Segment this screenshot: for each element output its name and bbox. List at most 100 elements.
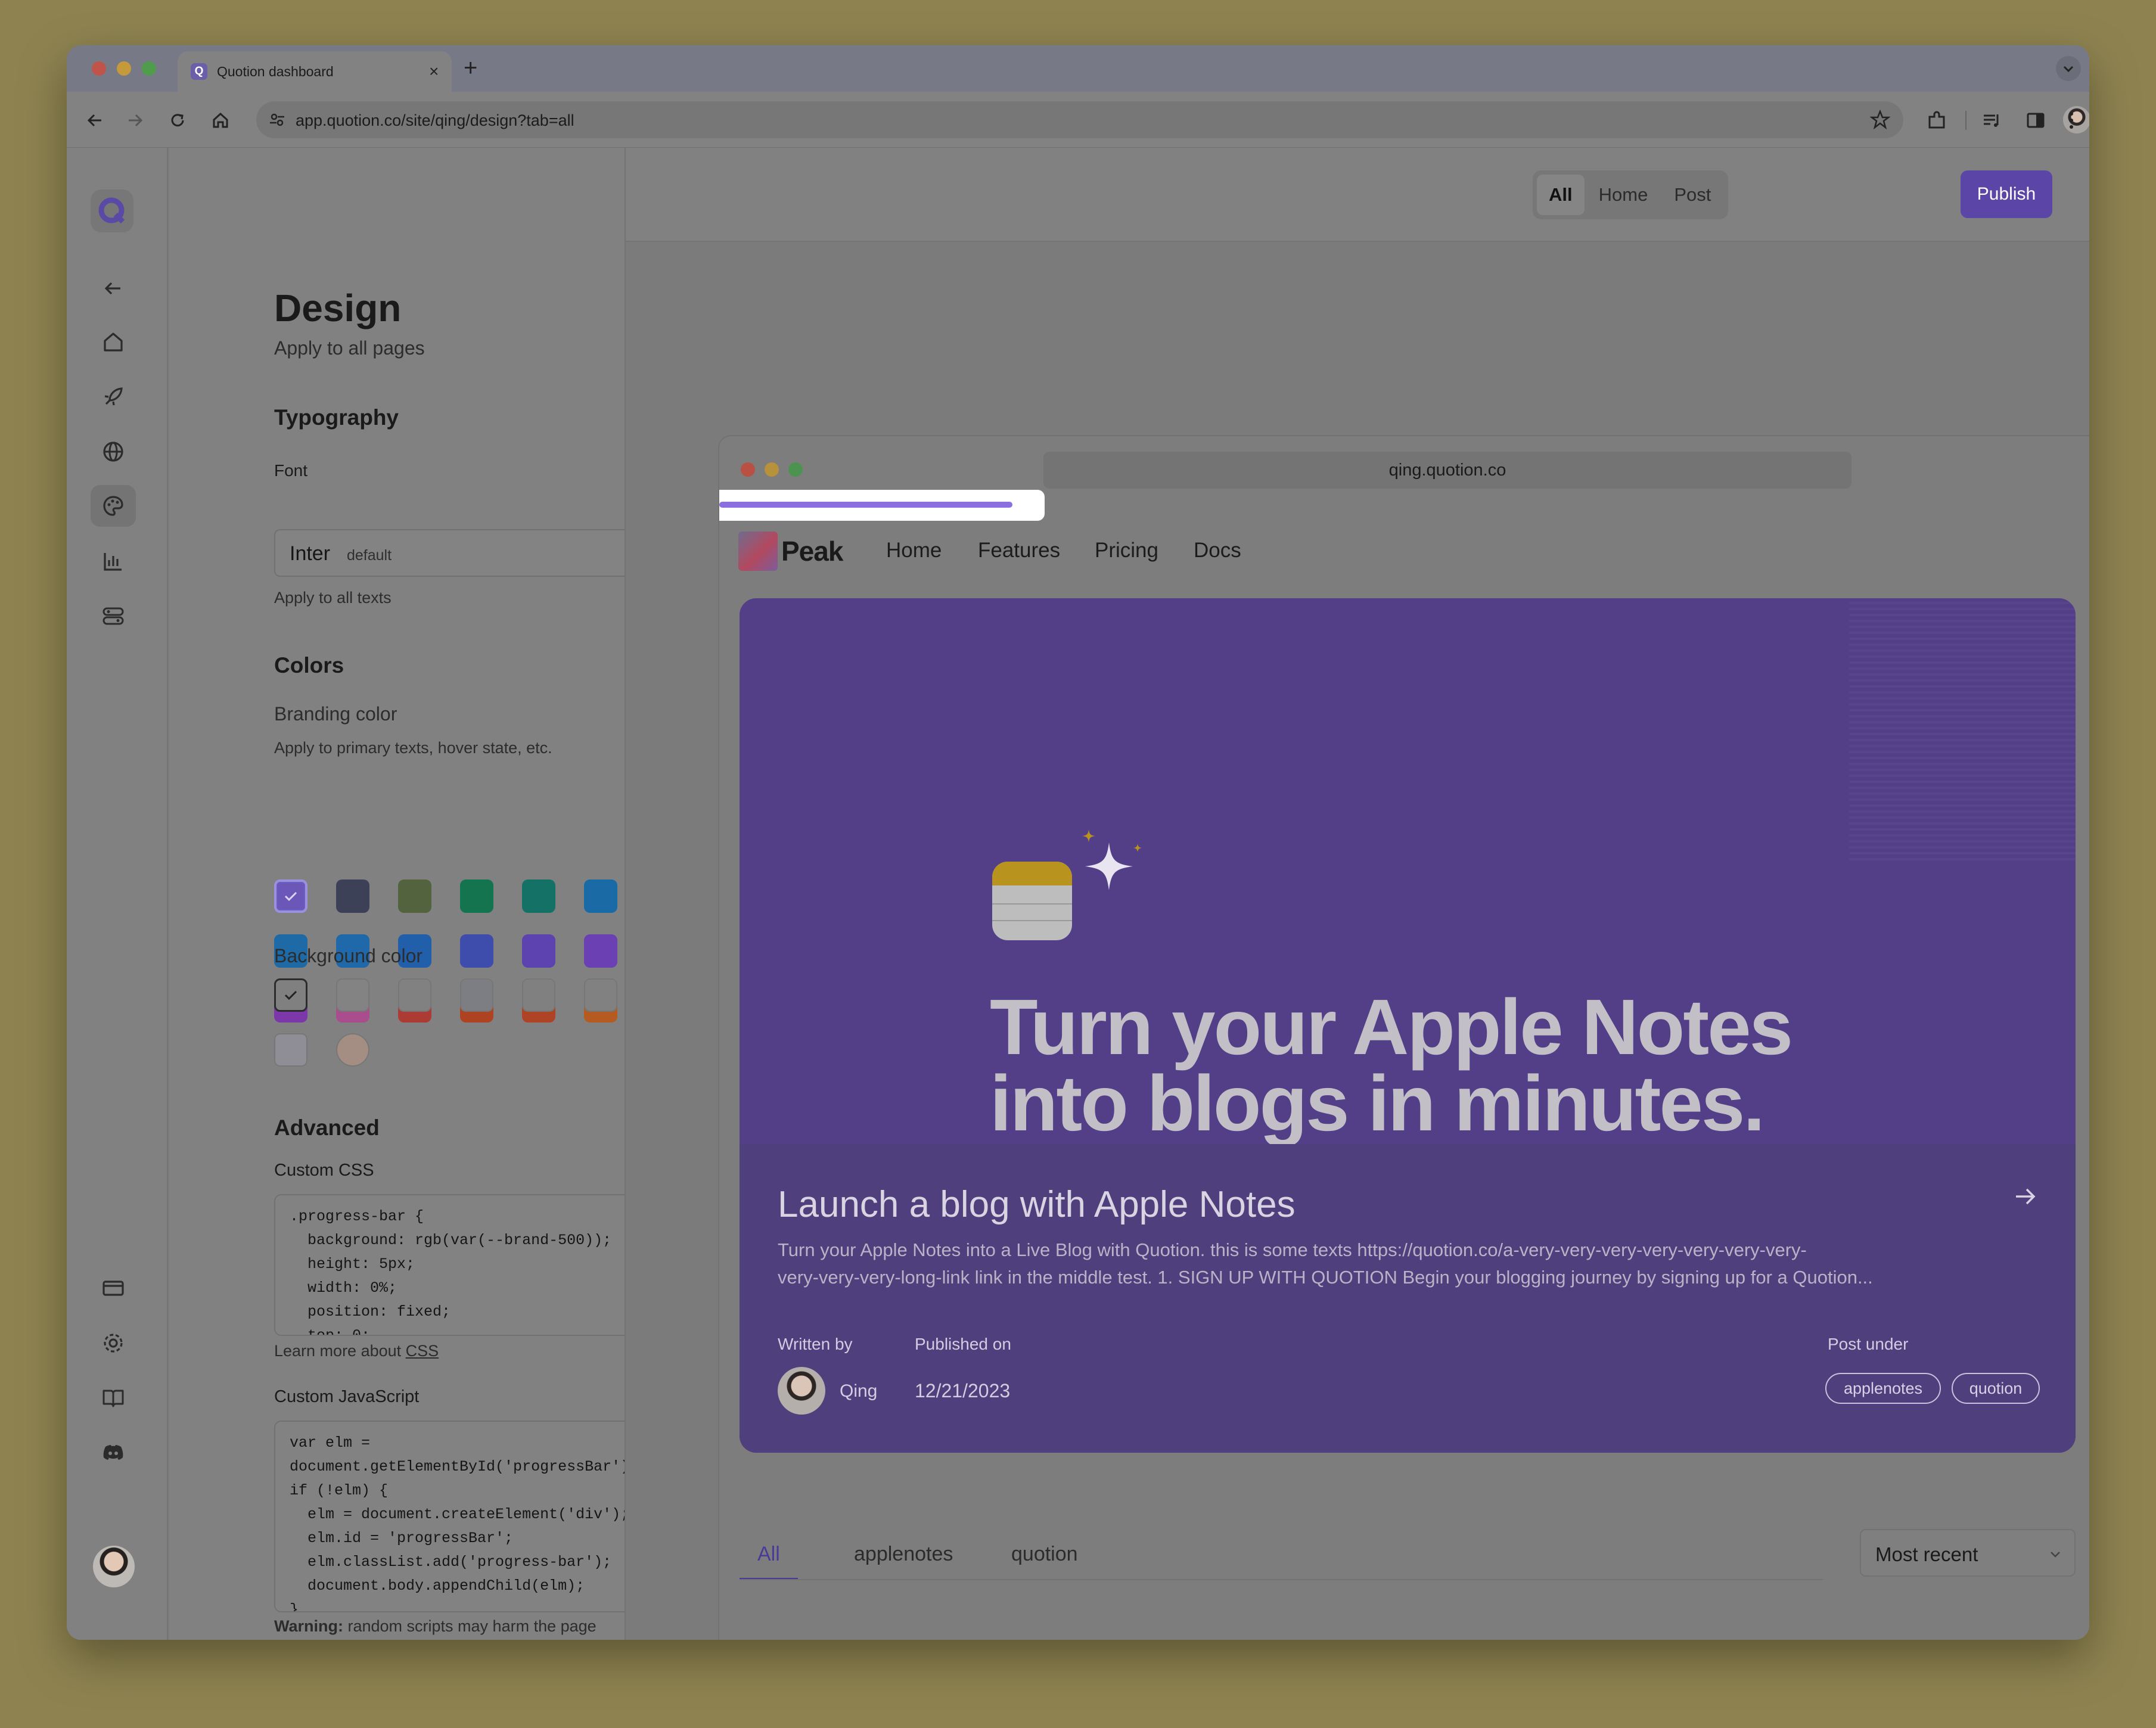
background-swatch[interactable] <box>460 978 493 1012</box>
more-vertical-icon[interactable] <box>2064 108 2079 132</box>
typography-heading: Typography <box>274 405 399 430</box>
filter-divider <box>740 1579 1823 1580</box>
home-button-icon[interactable] <box>209 108 232 132</box>
forward-icon[interactable] <box>123 108 147 132</box>
hero-texture <box>1849 598 2076 860</box>
palette-icon <box>103 496 123 516</box>
discord-icon[interactable] <box>100 1440 126 1466</box>
site-nav-features[interactable]: Features <box>978 539 1060 562</box>
publish-button[interactable]: Publish <box>1961 170 2052 218</box>
css-code: .progress-bar { background: rgb(var(--br… <box>290 1205 625 1336</box>
js-code-line: elm = document.createElement('div'); <box>290 1506 626 1523</box>
js-code-line: document.getElementById('progressBar'); <box>290 1458 626 1475</box>
filter-tab-all[interactable]: All <box>740 1537 798 1580</box>
colors-heading: Colors <box>274 653 344 677</box>
background-color-label: Background color <box>274 945 423 966</box>
globe-icon[interactable] <box>100 439 126 465</box>
tag-chip[interactable]: applenotes <box>1825 1373 1941 1404</box>
quotion-logo[interactable] <box>91 189 133 232</box>
tab-post[interactable]: Post <box>1662 175 1723 215</box>
js-code-line: elm.classList.add('progress-bar'); <box>290 1553 612 1571</box>
toggles-icon[interactable] <box>100 603 126 629</box>
scope-tabs: All Home Post <box>1533 170 1728 219</box>
apple-notes-icon <box>992 862 1072 940</box>
site-settings-icon[interactable] <box>268 111 286 129</box>
tab-all[interactable]: All <box>1537 175 1585 215</box>
address-bar[interactable]: app.quotion.co/site/qing/design?tab=all <box>256 101 1903 138</box>
tab-search-button[interactable] <box>2056 56 2081 81</box>
background-swatch[interactable] <box>274 978 307 1012</box>
tab-home[interactable]: Home <box>1587 175 1660 215</box>
site-nav-docs[interactable]: Docs <box>1194 539 1241 562</box>
background-swatch[interactable] <box>336 978 369 1012</box>
custom-js-editor[interactable]: var elm = document.getElementById('progre… <box>274 1421 626 1612</box>
browser-tab[interactable]: Q Quotion dashboard × <box>178 51 452 92</box>
checkmark-icon <box>284 990 297 1000</box>
branding-swatch[interactable] <box>522 934 555 968</box>
bar-chart-icon[interactable] <box>100 548 126 574</box>
background-swatch[interactable] <box>274 1033 307 1067</box>
sort-select[interactable]: Most recent <box>1860 1529 2076 1577</box>
site-nav-pricing[interactable]: Pricing <box>1095 539 1158 562</box>
media-controls-icon[interactable] <box>1980 108 2003 132</box>
branding-swatch[interactable] <box>584 934 617 968</box>
credit-card-icon[interactable] <box>100 1275 126 1301</box>
page-title: Design <box>274 287 402 330</box>
branding-swatch[interactable] <box>336 879 369 913</box>
custom-css-editor[interactable]: .progress-bar { background: rgb(var(--br… <box>274 1194 625 1336</box>
branding-swatch[interactable] <box>460 879 493 913</box>
tag-chip[interactable]: quotion <box>1952 1373 2040 1404</box>
css-code-line: position: fixed; <box>290 1303 451 1320</box>
branding-swatch[interactable] <box>460 934 493 968</box>
css-code-line: height: 5px; <box>290 1255 415 1273</box>
branding-swatch[interactable] <box>398 879 431 913</box>
background-swatch[interactable] <box>336 1033 369 1067</box>
arrow-left-icon[interactable] <box>100 275 126 302</box>
book-icon[interactable] <box>100 1385 126 1411</box>
featured-post-card[interactable]: Turn your Apple Notes into blogs in minu… <box>740 598 2076 1453</box>
user-avatar[interactable] <box>93 1546 135 1587</box>
warning-text: random scripts may harm the page <box>343 1617 597 1635</box>
post-excerpt-line2: very-very-very-long-link link in the mid… <box>778 1267 1873 1288</box>
rocket-icon[interactable] <box>100 384 126 410</box>
css-docs-link[interactable]: CSS <box>406 1342 439 1360</box>
background-swatch[interactable] <box>584 978 617 1012</box>
zoom-window-button[interactable] <box>142 61 156 76</box>
background-swatch[interactable] <box>522 978 555 1012</box>
preview-dot-yellow <box>765 462 779 477</box>
branding-swatch[interactable] <box>274 879 307 913</box>
quotion-favicon-icon: Q <box>191 63 207 80</box>
gear-icon[interactable] <box>100 1330 126 1356</box>
side-panel-icon[interactable] <box>2024 108 2048 132</box>
arrow-right-icon[interactable] <box>2011 1182 2040 1211</box>
font-select[interactable]: Inter default <box>274 529 625 577</box>
home-icon[interactable] <box>100 329 126 355</box>
custom-css-label: Custom CSS <box>274 1161 374 1180</box>
branding-swatch[interactable] <box>522 879 555 913</box>
background-swatch[interactable] <box>398 978 431 1012</box>
filter-tab-applenotes[interactable]: applenotes <box>836 1537 971 1580</box>
app-area: Design Apply to all pages Typography Fon… <box>67 148 2089 1640</box>
post-under-label: Post under <box>1828 1335 1909 1353</box>
published-date: 12/21/2023 <box>915 1380 1011 1401</box>
post-title[interactable]: Launch a blog with Apple Notes <box>778 1183 1296 1226</box>
bookmark-star-icon[interactable] <box>1870 110 1890 130</box>
reload-icon[interactable] <box>166 108 189 132</box>
back-icon[interactable] <box>83 108 107 132</box>
filter-tab-quotion[interactable]: quotion <box>993 1537 1096 1580</box>
branding-color-hint: Apply to primary texts, hover state, etc… <box>274 739 552 757</box>
js-code-line: elm.id = 'progressBar'; <box>290 1530 514 1547</box>
branding-swatch[interactable] <box>584 879 617 913</box>
site-name[interactable]: Peak <box>781 535 843 567</box>
close-window-button[interactable] <box>92 61 106 76</box>
minimize-window-button[interactable] <box>117 61 131 76</box>
css-code-line: top: 0; <box>290 1327 371 1336</box>
progress-bar-highlight <box>719 490 1045 521</box>
site-nav-home[interactable]: Home <box>886 539 942 562</box>
new-tab-button[interactable]: + <box>464 56 477 80</box>
extensions-icon[interactable] <box>1925 108 1949 132</box>
advanced-heading: Advanced <box>274 1115 380 1140</box>
author-avatar <box>778 1367 825 1415</box>
design-nav-item[interactable] <box>91 485 136 527</box>
close-tab-icon[interactable]: × <box>429 63 439 80</box>
